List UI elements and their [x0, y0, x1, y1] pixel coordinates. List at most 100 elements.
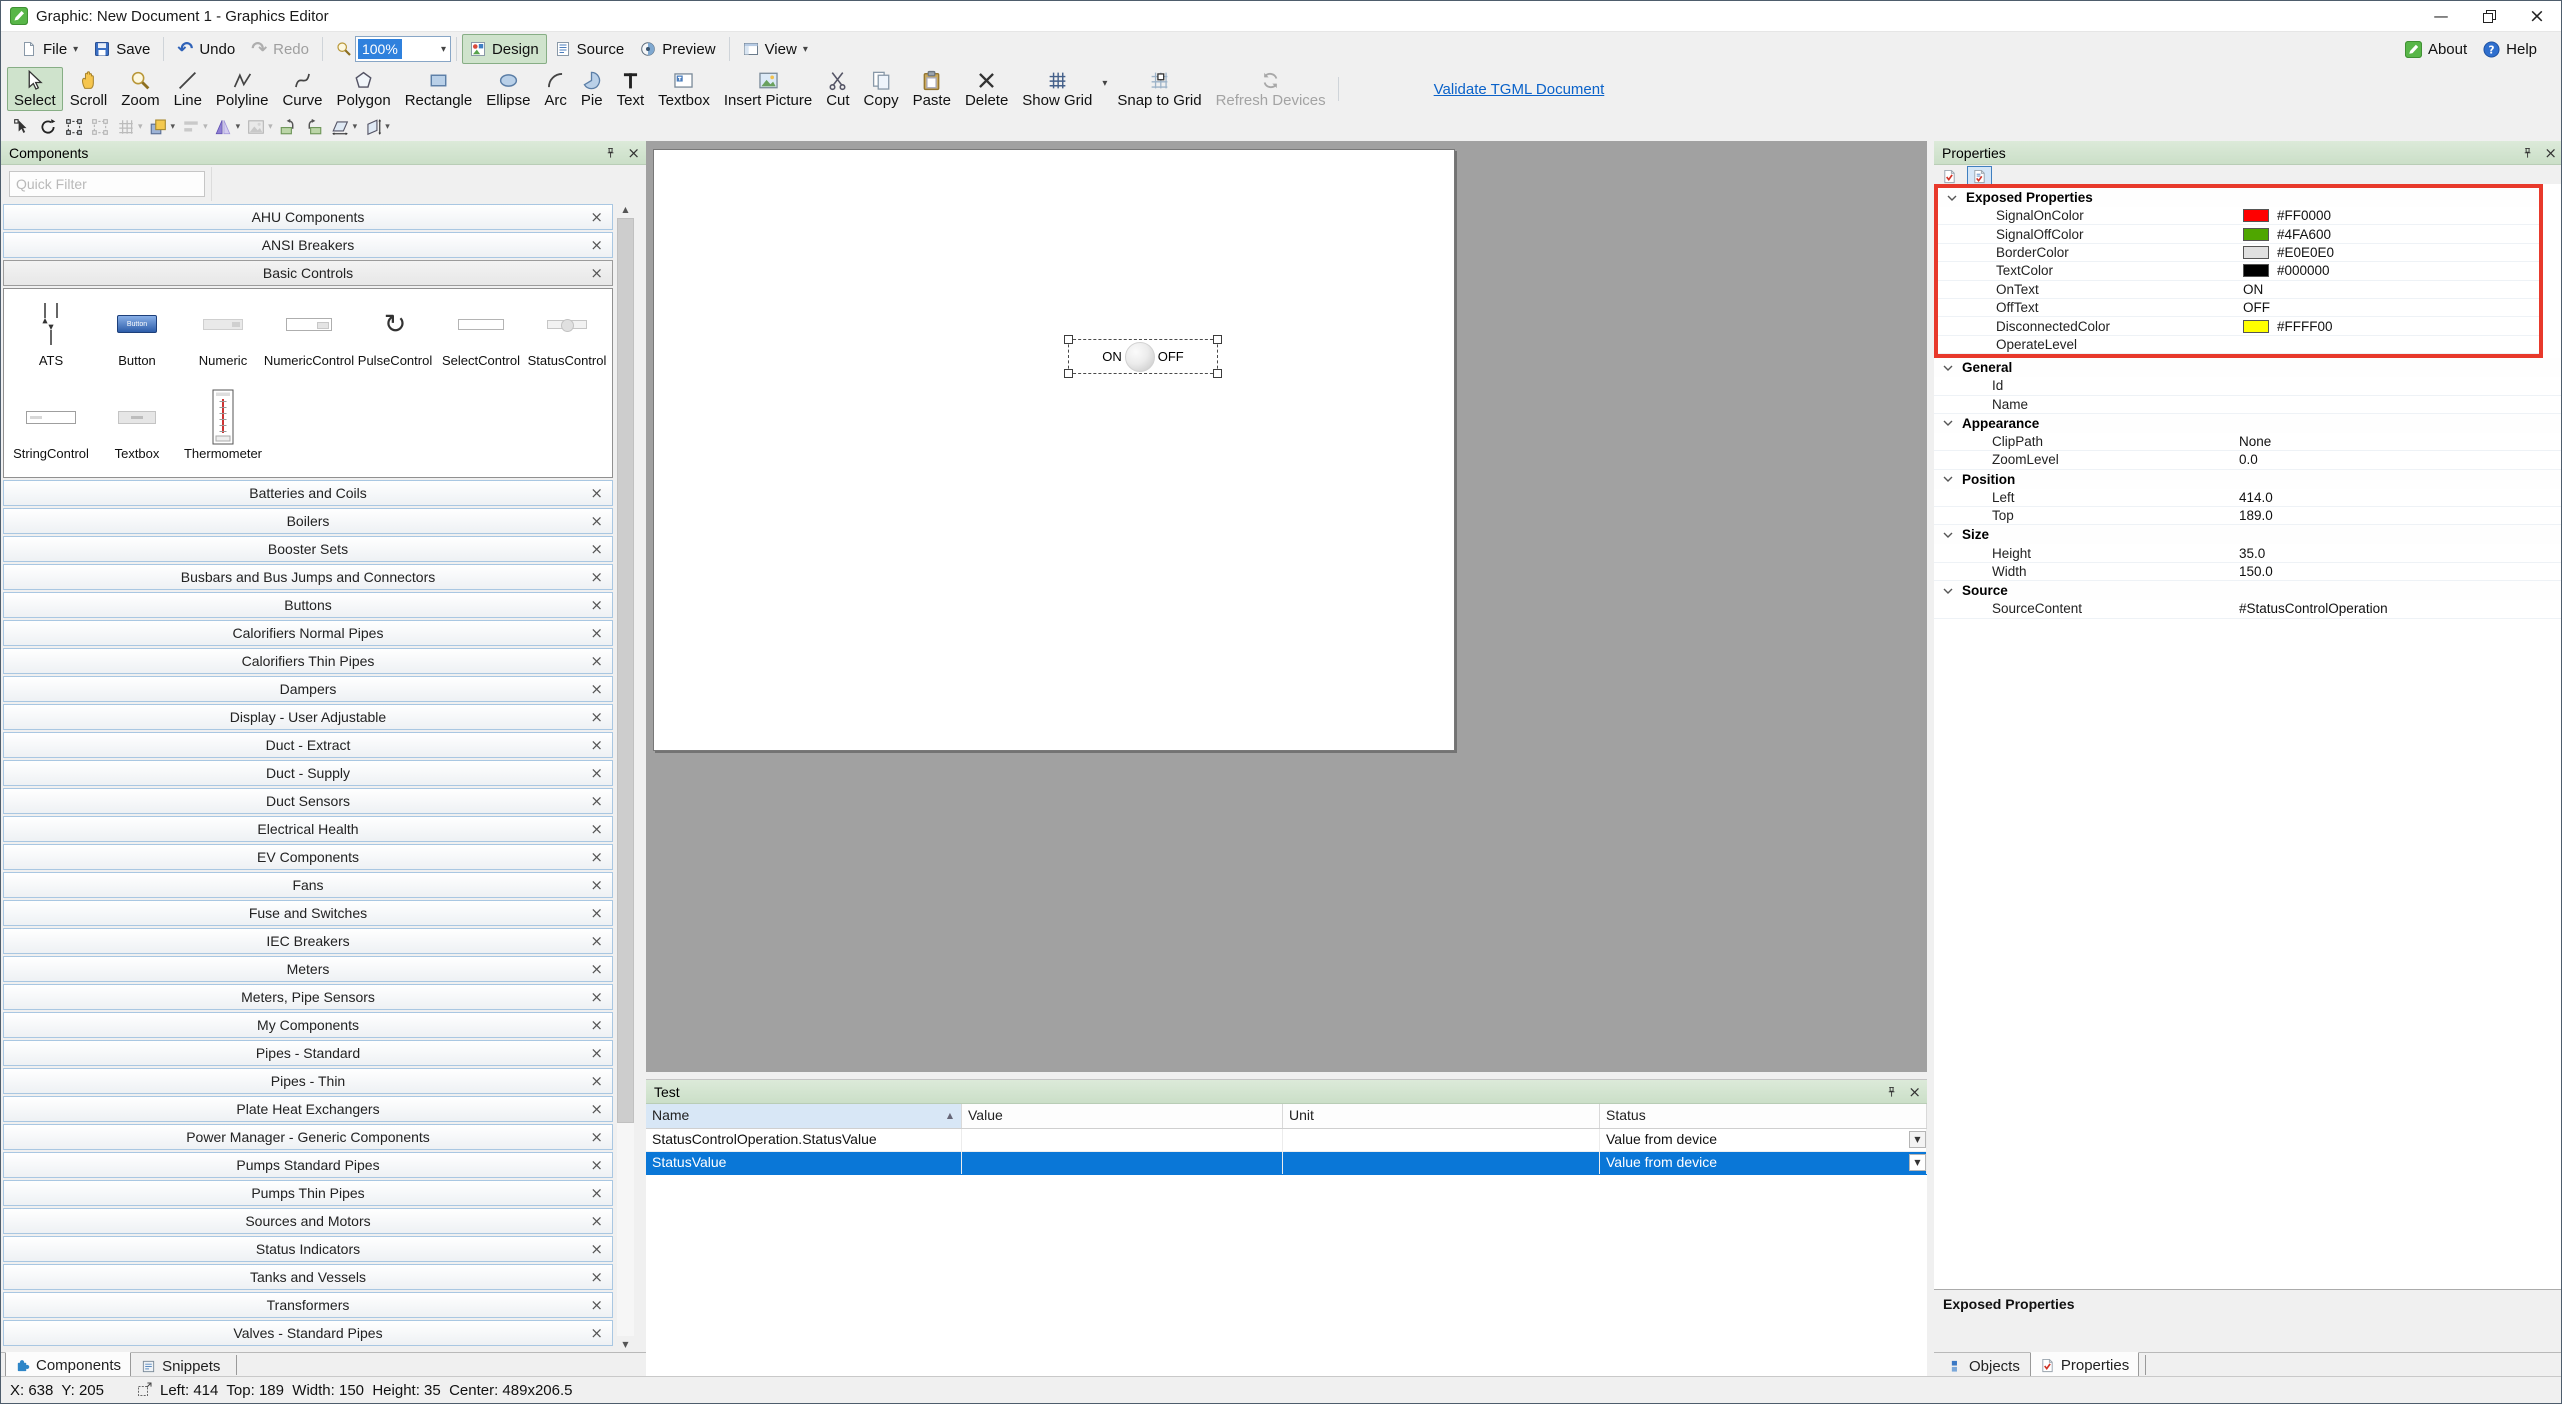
- scroll-down-icon[interactable]: ▼: [617, 1336, 634, 1353]
- property-section-exposed-properties[interactable]: Exposed Properties: [1938, 188, 2539, 207]
- property-value[interactable]: 35.0: [2239, 546, 2562, 561]
- close-icon[interactable]: ×: [590, 766, 603, 781]
- skew-horizontal-icon[interactable]: [328, 115, 353, 140]
- help-button[interactable]: ? Help: [2475, 34, 2545, 64]
- close-icon[interactable]: ×: [590, 822, 603, 837]
- column-header-name[interactable]: Name▲: [646, 1104, 962, 1128]
- tool-cut[interactable]: Cut: [819, 67, 856, 111]
- component-section-meters-pipe-sensors[interactable]: Meters, Pipe Sensors×: [3, 984, 613, 1010]
- tool-curve[interactable]: Curve: [275, 67, 329, 111]
- component-section-calorifiers-thin-pipes[interactable]: Calorifiers Thin Pipes×: [3, 648, 613, 674]
- arrange-order-dropdown[interactable]: ▾: [171, 122, 178, 132]
- component-statuscontrol[interactable]: StatusControl: [524, 293, 610, 386]
- tool-zoom[interactable]: Zoom: [114, 67, 166, 111]
- property-section-position[interactable]: Position: [1934, 470, 2562, 489]
- chevron-down-icon[interactable]: [1947, 193, 1957, 203]
- arrange-order-icon[interactable]: [146, 115, 171, 140]
- close-icon[interactable]: ×: [590, 1102, 603, 1117]
- source-mode-button[interactable]: Source: [547, 34, 633, 64]
- pin-icon[interactable]: [605, 147, 616, 159]
- property-value[interactable]: #000000: [2243, 263, 2539, 278]
- tool-copy[interactable]: Copy: [857, 67, 906, 111]
- component-section-pipes-thin[interactable]: Pipes - Thin×: [3, 1068, 613, 1094]
- close-icon[interactable]: ×: [590, 570, 603, 585]
- test-row-statusvalue[interactable]: StatusValueValue from device▼: [646, 1152, 1927, 1175]
- minimize-button[interactable]: —: [2417, 1, 2465, 31]
- component-section-power-manager-generic-components[interactable]: Power Manager - Generic Components×: [3, 1124, 613, 1150]
- close-icon[interactable]: ×: [590, 1214, 603, 1229]
- component-section-iec-breakers[interactable]: IEC Breakers×: [3, 928, 613, 954]
- component-stringcontrol[interactable]: StringControl: [8, 386, 94, 479]
- quick-filter-input[interactable]: [9, 171, 205, 197]
- component-thermometer[interactable]: Thermometer: [180, 386, 266, 479]
- tab-properties[interactable]: Properties: [2030, 1352, 2139, 1378]
- property-section-appearance[interactable]: Appearance: [1934, 414, 2562, 433]
- close-icon[interactable]: ×: [590, 1186, 603, 1201]
- close-icon[interactable]: ×: [627, 144, 640, 162]
- close-icon[interactable]: ×: [590, 266, 603, 281]
- tool-arc[interactable]: Arc: [537, 67, 574, 111]
- save-button[interactable]: Save: [86, 34, 158, 64]
- component-section-buttons[interactable]: Buttons×: [3, 592, 613, 618]
- view-menu[interactable]: View▾: [735, 34, 816, 64]
- color-swatch[interactable]: [2243, 320, 2269, 333]
- close-icon[interactable]: ×: [590, 598, 603, 613]
- column-header-status[interactable]: Status: [1600, 1104, 1927, 1128]
- chevron-down-icon[interactable]: [1943, 474, 1953, 484]
- component-section-fans[interactable]: Fans×: [3, 872, 613, 898]
- close-icon[interactable]: ×: [590, 850, 603, 865]
- close-icon[interactable]: ×: [590, 1018, 603, 1033]
- about-button[interactable]: About: [2397, 34, 2475, 64]
- component-section-calorifiers-normal-pipes[interactable]: Calorifiers Normal Pipes×: [3, 620, 613, 646]
- tool-textbox[interactable]: Textbox: [651, 67, 717, 111]
- selection-handle[interactable]: [1213, 335, 1222, 344]
- skew-horizontal-dropdown[interactable]: ▾: [353, 122, 360, 132]
- status-control-selection[interactable]: ON OFF: [1068, 339, 1218, 374]
- close-icon[interactable]: ×: [590, 1074, 603, 1089]
- property-value[interactable]: 0.0: [2239, 452, 2562, 467]
- tool-polygon[interactable]: Polygon: [329, 67, 397, 111]
- component-section-duct-sensors[interactable]: Duct Sensors×: [3, 788, 613, 814]
- component-section-valves-standard-pipes[interactable]: Valves - Standard Pipes×: [3, 1320, 613, 1346]
- status-cell[interactable]: Value from device: [1600, 1129, 1927, 1151]
- value-cell[interactable]: [962, 1129, 1283, 1151]
- component-section-tanks-and-vessels[interactable]: Tanks and Vessels×: [3, 1264, 613, 1290]
- property-value[interactable]: #StatusControlOperation: [2239, 601, 2562, 616]
- property-section-size[interactable]: Size: [1934, 525, 2562, 544]
- component-section-pumps-thin-pipes[interactable]: Pumps Thin Pipes×: [3, 1180, 613, 1206]
- property-value[interactable]: OFF: [2243, 300, 2539, 315]
- component-section-pipes-standard[interactable]: Pipes - Standard×: [3, 1040, 613, 1066]
- unit-cell[interactable]: [1283, 1152, 1600, 1174]
- horizontal-splitter[interactable]: [646, 1072, 1927, 1079]
- component-section-meters[interactable]: Meters×: [3, 956, 613, 982]
- property-value[interactable]: ON: [2243, 282, 2539, 297]
- component-section-basic-controls[interactable]: Basic Controls×: [3, 260, 613, 286]
- close-button[interactable]: ×: [2513, 1, 2561, 31]
- close-icon[interactable]: ×: [590, 542, 603, 557]
- property-value[interactable]: 414.0: [2239, 490, 2562, 505]
- pin-icon[interactable]: [1886, 1086, 1897, 1098]
- design-mode-button[interactable]: Design: [462, 34, 547, 64]
- close-icon[interactable]: ×: [590, 934, 603, 949]
- preview-mode-button[interactable]: Preview: [632, 34, 723, 64]
- component-section-booster-sets[interactable]: Booster Sets×: [3, 536, 613, 562]
- skew-vertical-icon[interactable]: [360, 115, 385, 140]
- vertical-splitter[interactable]: [1927, 141, 1934, 1377]
- close-icon[interactable]: ×: [590, 794, 603, 809]
- property-section-source[interactable]: Source: [1934, 581, 2562, 600]
- component-section-display-user-adjustable[interactable]: Display - User Adjustable×: [3, 704, 613, 730]
- validate-tgml-link[interactable]: Validate TGML Document: [1434, 81, 1605, 98]
- tool-polyline[interactable]: Polyline: [209, 67, 276, 111]
- tool-show-grid[interactable]: Show Grid: [1015, 67, 1099, 111]
- file-menu[interactable]: File▾: [13, 34, 86, 64]
- tool-insert-picture[interactable]: Insert Picture: [717, 67, 819, 111]
- chevron-down-icon[interactable]: [1943, 418, 1953, 428]
- component-numeric[interactable]: Numeric: [180, 293, 266, 386]
- component-pulsecontrol[interactable]: ↻PulseControl: [352, 293, 438, 386]
- selection-handle[interactable]: [1213, 369, 1222, 378]
- rotate-right-icon[interactable]: [302, 115, 327, 140]
- close-icon[interactable]: ×: [590, 238, 603, 253]
- restore-button[interactable]: [2465, 1, 2513, 31]
- scroll-up-icon[interactable]: ▲: [617, 201, 634, 218]
- canvas-page[interactable]: ON OFF: [653, 149, 1455, 751]
